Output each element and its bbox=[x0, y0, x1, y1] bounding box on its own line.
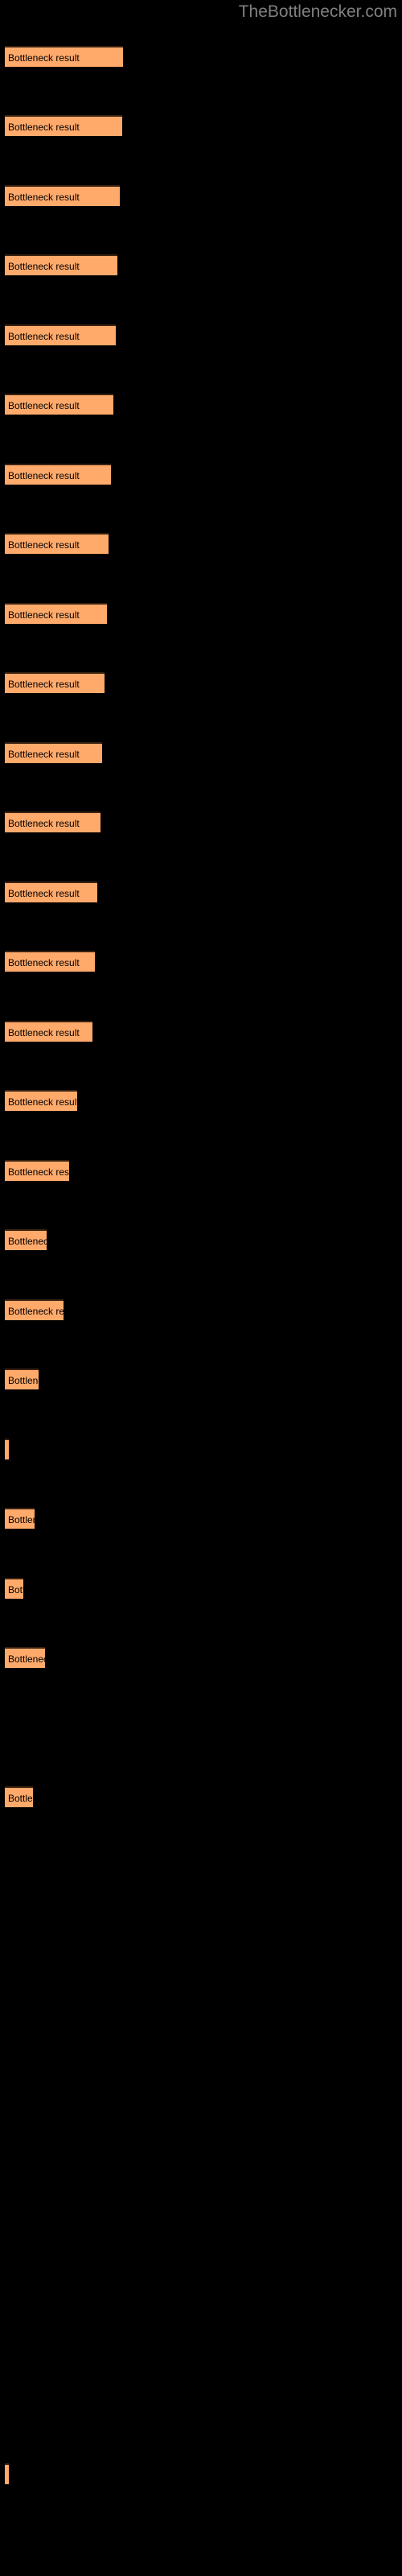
bar-item[interactable]: Bottleneck result bbox=[5, 742, 102, 763]
bar-item[interactable]: Bottleneck result bbox=[5, 254, 117, 275]
bar-label: Bottleneck result bbox=[8, 1793, 33, 1804]
bar-label: Bottleneck result bbox=[8, 1027, 80, 1038]
bar-label: Bottleneck result bbox=[8, 1306, 64, 1317]
bar-item[interactable]: Bottleneck result bbox=[5, 394, 113, 415]
bar-label: Bottleneck result bbox=[8, 1584, 23, 1596]
bar-label: Bottleneck result bbox=[8, 52, 80, 64]
bar-item[interactable]: Bottleneck result bbox=[5, 1508, 35, 1529]
bar-label: Bottleneck result bbox=[8, 1375, 39, 1386]
bar-label: Bottleneck result bbox=[8, 749, 80, 760]
bar-label: Bottleneck result bbox=[8, 470, 80, 481]
bar-item[interactable]: Bottleneck result bbox=[5, 1578, 23, 1599]
bar-item[interactable]: Bottleneck result bbox=[5, 951, 95, 972]
bar-label: Bottleneck result bbox=[8, 2468, 9, 2483]
bar-item[interactable]: Bottleneck result bbox=[5, 1160, 69, 1181]
bar-item[interactable]: Bottleneck result bbox=[5, 1439, 9, 1459]
bar-label: Bottleneck result bbox=[8, 957, 80, 968]
bar-item[interactable]: Bottleneck result bbox=[5, 811, 100, 832]
bar-item[interactable]: Bottleneck result bbox=[5, 881, 97, 902]
bar-item[interactable]: Bottleneck result bbox=[5, 46, 123, 67]
bar-label: Bottleneck result bbox=[8, 122, 80, 133]
bar-label: Bottleneck result bbox=[8, 400, 80, 411]
bottleneck-bar-chart: TheBottlenecker.com Bottleneck result Bot… bbox=[0, 0, 402, 2576]
bar-item[interactable]: Bottleneck result bbox=[5, 1229, 47, 1250]
bar-item[interactable]: Bottleneck result bbox=[5, 464, 111, 485]
bar-label: Bottleneck result bbox=[8, 1096, 77, 1108]
bar-label: Bottleneck result bbox=[8, 1166, 69, 1178]
bar-item[interactable]: Bottleneck result bbox=[5, 2463, 9, 2484]
bar-item[interactable]: Bottleneck result bbox=[5, 533, 109, 554]
bar-label: Bottleneck result bbox=[8, 192, 80, 203]
bar-item[interactable]: Bottleneck result bbox=[5, 1647, 45, 1668]
bar-item[interactable]: Bottleneck result bbox=[5, 1021, 92, 1042]
site-title: TheBottlenecker.com bbox=[238, 2, 397, 21]
bar-label: Bottleneck result bbox=[8, 539, 80, 551]
bar-label: Bottleneck result bbox=[8, 818, 80, 829]
bar-label: Bottleneck result bbox=[8, 1514, 35, 1525]
bar-item[interactable]: Bottleneck result bbox=[5, 1299, 64, 1320]
bar-item[interactable]: Bottleneck result bbox=[5, 1786, 33, 1807]
bar-label: Bottleneck result bbox=[8, 609, 80, 621]
bar-item[interactable]: Bottleneck result bbox=[5, 324, 116, 345]
bar-label: Bottleneck result bbox=[8, 888, 80, 899]
bar-item[interactable]: Bottleneck result bbox=[5, 603, 107, 624]
bar-label: Bottleneck result bbox=[8, 679, 80, 690]
bar-item[interactable]: Bottleneck result bbox=[5, 1090, 77, 1111]
bar-label: Bottleneck result bbox=[8, 1653, 45, 1665]
bar-label: Bottleneck result bbox=[8, 261, 80, 272]
bar-item[interactable]: Bottleneck result bbox=[5, 185, 120, 206]
bar-label: Bottleneck result bbox=[8, 1443, 9, 1458]
bar-label: Bottleneck result bbox=[8, 1236, 47, 1247]
bar-item[interactable]: Bottleneck result bbox=[5, 115, 122, 136]
bar-item[interactable]: Bottleneck result bbox=[5, 1368, 39, 1389]
bar-item[interactable]: Bottleneck result bbox=[5, 672, 105, 693]
bar-label: Bottleneck result bbox=[8, 331, 80, 342]
